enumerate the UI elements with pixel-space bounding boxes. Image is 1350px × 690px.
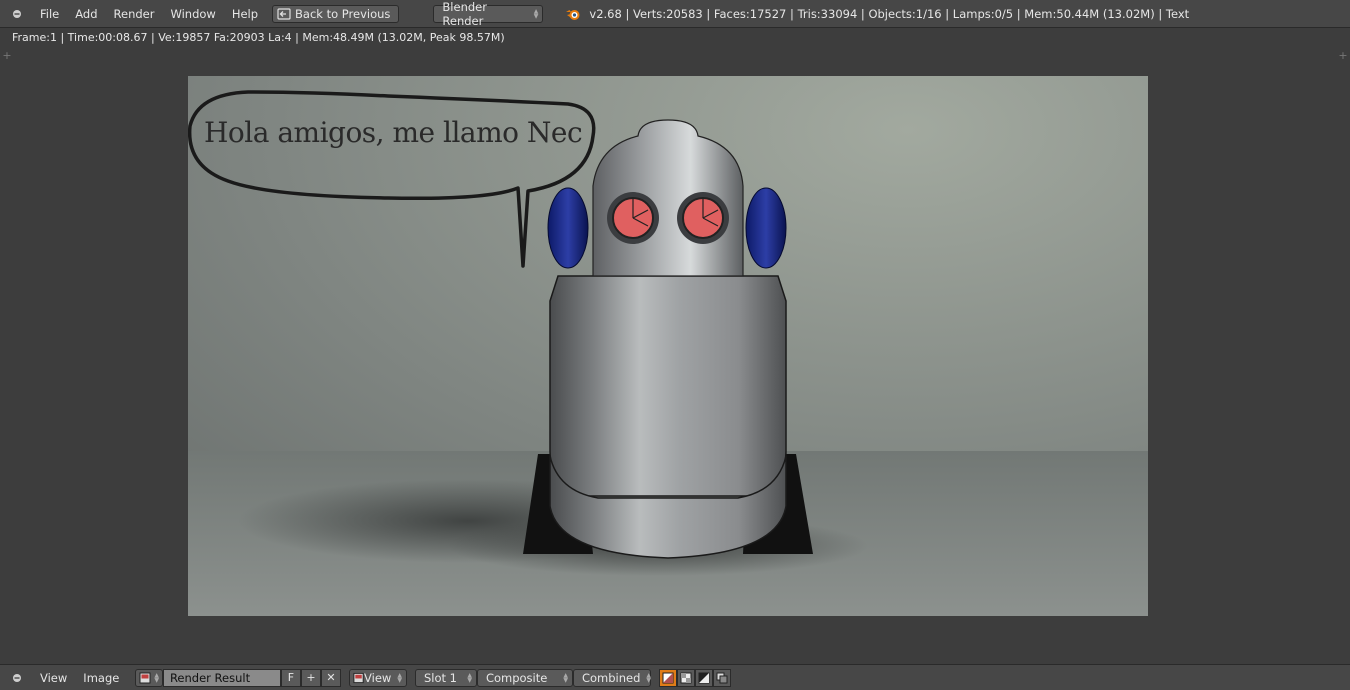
view-dropdown-label: View (364, 670, 392, 685)
render-engine-label: Blender Render (442, 0, 487, 28)
dropdown-arrows-icon: ▲ ▼ (467, 671, 472, 684)
view-dropdown[interactable]: View ▲ ▼ (348, 668, 407, 687)
draw-zbuffer-button[interactable] (694, 668, 713, 687)
dropdown-arrows-icon: ▲ ▼ (397, 671, 402, 684)
draw-alpha-button[interactable] (676, 668, 695, 687)
unlink-image-button[interactable]: ✕ (320, 668, 341, 687)
image-view-icon (353, 672, 364, 683)
draw-channels-button[interactable] (712, 668, 731, 687)
menu-add[interactable]: Add (67, 0, 105, 28)
top-header: File Add Render Window Help Back to Prev… (0, 0, 1350, 28)
dropdown-arrows-icon: ▲ ▼ (154, 671, 159, 684)
menu-image[interactable]: Image (75, 665, 127, 690)
draw-color-alpha-button[interactable] (658, 668, 677, 687)
image-browse-button[interactable]: ▲ ▼ (135, 668, 163, 687)
image-editor-viewport[interactable]: + + Hola amigos, me llamo Nec (0, 47, 1350, 664)
render-result-image: Hola amigos, me llamo Nec (188, 76, 1148, 616)
speech-bubble-text: Hola amigos, me llamo Nec (204, 116, 583, 149)
render-layer-dropdown[interactable]: Composite ▲ ▼ (476, 668, 573, 687)
image-editor-header: View Image ▲ ▼ Render Result F + ✕ View ▲… (0, 664, 1350, 690)
slot-label: Slot 1 (423, 670, 457, 685)
dropdown-arrows-icon: ▲ ▼ (533, 7, 539, 20)
zbuffer-icon (698, 672, 710, 683)
back-to-previous-label: Back to Previous (295, 6, 391, 21)
menu-view[interactable]: View (32, 665, 75, 690)
menu-window[interactable]: Window (162, 0, 223, 28)
menu-help[interactable]: Help (224, 0, 266, 28)
image-name-field[interactable]: Render Result (162, 668, 281, 687)
alpha-checker-icon (680, 672, 692, 683)
back-to-previous-button[interactable]: Back to Previous (272, 4, 400, 23)
render-pass-label: Combined (581, 670, 641, 685)
render-info-text: Frame:1 | Time:00:08.67 | Ve:19857 Fa:20… (0, 29, 1350, 47)
menu-file[interactable]: File (32, 0, 67, 28)
channels-icon (716, 672, 728, 683)
area-toggle-icon[interactable] (10, 671, 24, 685)
render-layer-label: Composite (485, 670, 548, 685)
render-pass-dropdown[interactable]: Combined ▲ ▼ (572, 668, 652, 687)
area-split-corner-icon[interactable]: + (2, 50, 12, 61)
render-engine-dropdown[interactable]: Blender Render ▲ ▼ (433, 0, 544, 28)
color-alpha-icon (662, 672, 674, 683)
new-image-button[interactable]: + (300, 668, 321, 687)
fake-user-button[interactable]: F (280, 668, 301, 687)
area-split-corner-icon[interactable]: + (1338, 50, 1348, 61)
scene-stats: v2.68 | Verts:20583 | Faces:17527 | Tris… (589, 6, 1190, 21)
dropdown-arrows-icon: ▲ ▼ (646, 671, 652, 684)
dropdown-arrows-icon: ▲ ▼ (563, 671, 568, 684)
area-toggle-icon[interactable] (10, 7, 24, 21)
slot-dropdown[interactable]: Slot 1 ▲ ▼ (414, 668, 477, 687)
blender-logo-icon (565, 7, 581, 21)
back-arrow-icon (277, 7, 291, 20)
image-browse-icon (139, 672, 151, 683)
menu-render[interactable]: Render (106, 0, 163, 28)
